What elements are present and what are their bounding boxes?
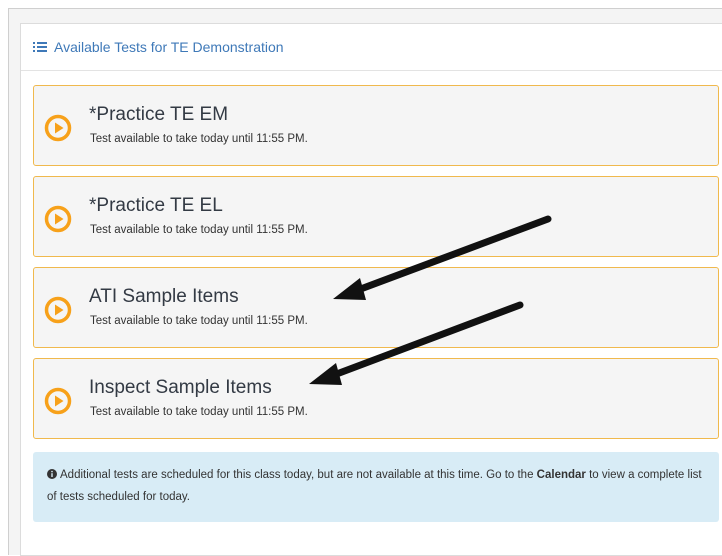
panel-header: Available Tests for TE Demonstration xyxy=(21,24,722,71)
test-card-inspect-sample-items[interactable]: Inspect Sample Items Test available to t… xyxy=(33,358,719,439)
play-circle-icon[interactable] xyxy=(44,205,72,233)
test-availability: Test available to take today until 11:55… xyxy=(90,224,308,236)
panel-title: Available Tests for TE Demonstration xyxy=(54,39,284,55)
test-availability: Test available to take today until 11:55… xyxy=(90,315,308,327)
test-name[interactable]: *Practice TE EL xyxy=(89,195,223,217)
info-text-before: Additional tests are scheduled for this … xyxy=(60,469,537,481)
test-availability: Test available to take today until 11:55… xyxy=(90,133,308,145)
play-circle-icon[interactable] xyxy=(44,114,72,142)
info-circle-icon xyxy=(47,469,57,479)
page-frame: Available Tests for TE Demonstration *Pr… xyxy=(8,8,722,556)
play-circle-icon[interactable] xyxy=(44,387,72,415)
list-icon xyxy=(33,42,47,52)
test-name[interactable]: *Practice TE EM xyxy=(89,104,228,126)
available-tests-panel: Available Tests for TE Demonstration *Pr… xyxy=(20,23,722,556)
test-name[interactable]: Inspect Sample Items xyxy=(89,377,272,399)
info-alert: Additional tests are scheduled for this … xyxy=(33,452,719,522)
test-availability: Test available to take today until 11:55… xyxy=(90,406,308,418)
test-card-ati-sample-items[interactable]: ATI Sample Items Test available to take … xyxy=(33,267,719,348)
test-card-practice-te-el[interactable]: *Practice TE EL Test available to take t… xyxy=(33,176,719,257)
test-name[interactable]: ATI Sample Items xyxy=(89,286,239,308)
play-circle-icon[interactable] xyxy=(44,296,72,324)
calendar-link[interactable]: Calendar xyxy=(537,469,586,481)
test-card-practice-te-em[interactable]: *Practice TE EM Test available to take t… xyxy=(33,85,719,166)
